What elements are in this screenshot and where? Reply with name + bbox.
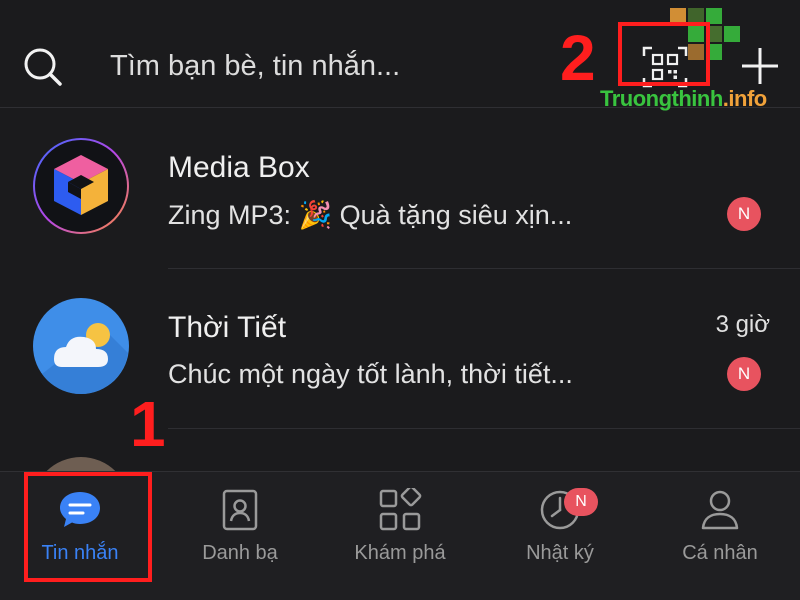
discover-grid-icon — [379, 488, 422, 531]
chat-name: Media Box — [168, 151, 310, 184]
chat-name: Thời Tiết — [168, 311, 287, 344]
weather-cloud-sun-icon — [33, 298, 129, 394]
annotation-number-2: 2 — [560, 22, 596, 94]
chat-time: 3 giờ — [715, 311, 770, 338]
tab-nhat-ky[interactable]: N Nhật ký — [480, 472, 640, 600]
chat-preview: Chúc một ngày tốt lành, thời tiết... — [168, 359, 573, 389]
person-icon — [701, 490, 739, 530]
new-badge: N — [564, 488, 598, 516]
search-input[interactable]: Tìm bạn bè, tin nhắn... — [110, 50, 400, 83]
tab-label: Nhật ký — [526, 542, 594, 564]
chat-item-weather[interactable]: Thời Tiết Chúc một ngày tốt lành, thời t… — [0, 269, 800, 429]
search-icon[interactable] — [22, 46, 64, 88]
tab-label: Danh bạ — [202, 542, 278, 564]
chat-item-partial[interactable] — [0, 429, 800, 471]
chat-preview: Zing MP3: 🎉 Quà tặng siêu xịn... — [168, 200, 573, 230]
tab-label: Khám phá — [354, 542, 446, 564]
tab-label: Cá nhân — [682, 542, 758, 564]
tab-kham-pha[interactable]: Khám phá — [320, 472, 480, 600]
media-box-cube-icon — [33, 138, 129, 234]
annotation-box-qr — [618, 22, 710, 86]
new-badge: N — [727, 357, 761, 391]
tab-danh-ba[interactable]: Danh bạ — [160, 472, 320, 600]
annotation-number-1: 1 — [130, 388, 166, 460]
annotation-box-tab — [24, 472, 152, 582]
conversation-list: Media Box Zing MP3: 🎉 Quà tặng siêu xịn.… — [0, 109, 800, 471]
contacts-icon — [222, 489, 258, 531]
chat-item-media-box[interactable]: Media Box Zing MP3: 🎉 Quà tặng siêu xịn.… — [0, 109, 800, 269]
avatar — [32, 457, 130, 471]
new-badge: N — [727, 197, 761, 231]
tab-ca-nhan[interactable]: Cá nhân — [640, 472, 800, 600]
